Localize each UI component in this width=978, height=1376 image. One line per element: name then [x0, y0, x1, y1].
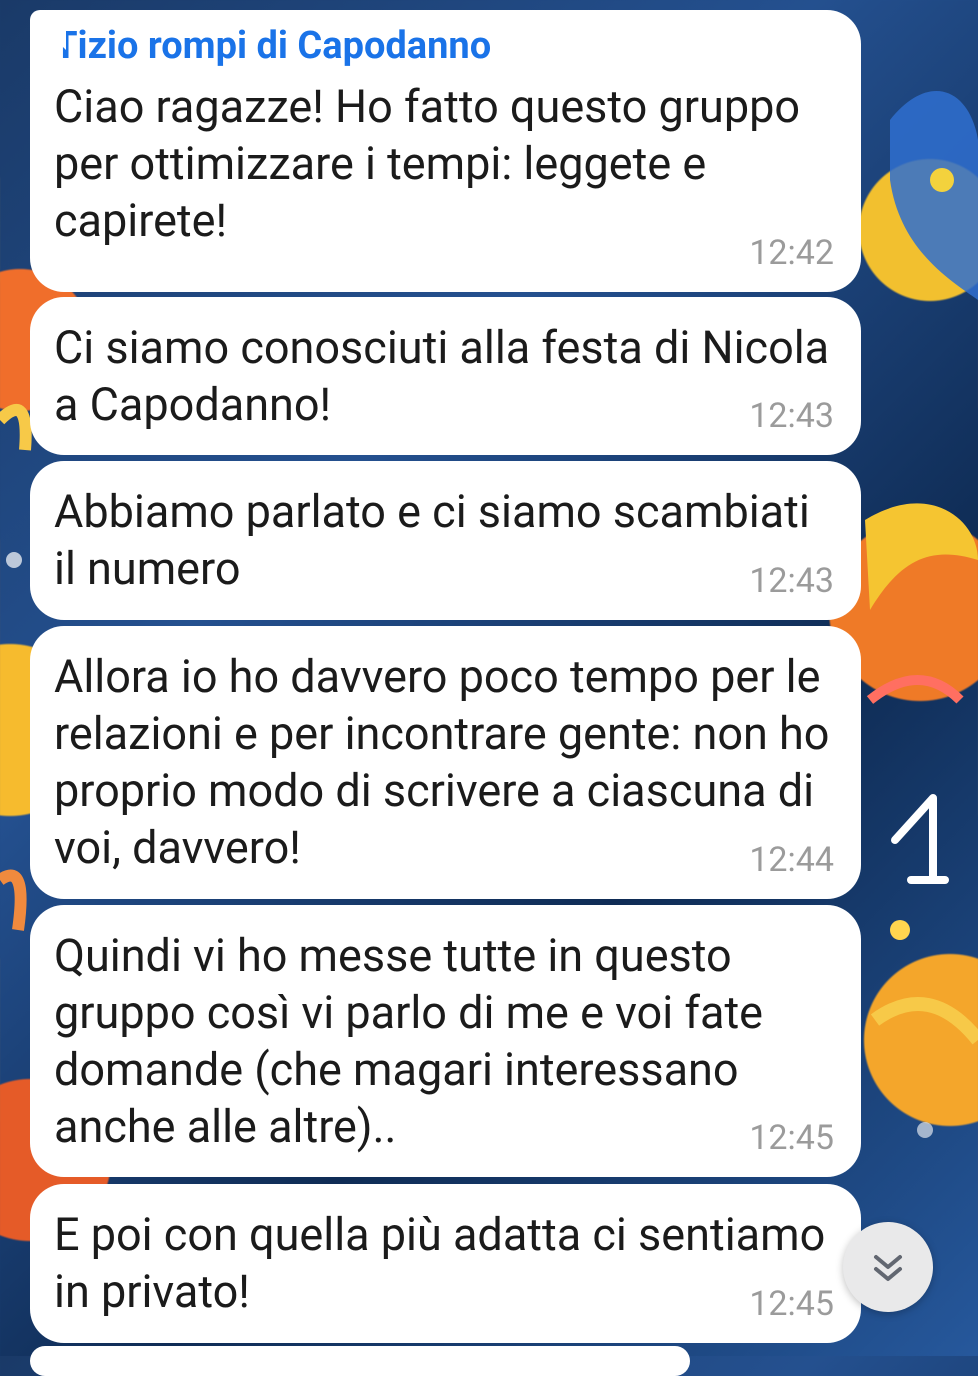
- message-bubble[interactable]: Tizio rompi di Capodanno Ciao ragazze! H…: [30, 10, 861, 292]
- message-bubble[interactable]: Quindi vi ho messe tutte in questo grupp…: [30, 905, 861, 1177]
- message-text: Ciao ragazze! Ho fatto questo gruppo per…: [54, 80, 801, 247]
- message-time: 12:42: [749, 233, 834, 273]
- message-bubble[interactable]: Allora io ho davvero poco tempo per le r…: [30, 626, 861, 899]
- message-time: 12:43: [749, 396, 834, 436]
- message-text: Ci siamo conosciuti alla festa di Nicola…: [54, 321, 830, 431]
- message-text: Allora io ho davvero poco tempo per le r…: [54, 650, 830, 874]
- message-time: 12:44: [749, 840, 834, 880]
- message-bubble[interactable]: Ci siamo conosciuti alla festa di Nicola…: [30, 297, 861, 455]
- message-text: E poi con quella più adatta ci sentiamo …: [54, 1208, 826, 1318]
- message-bubble[interactable]: E poi con quella più adatta ci sentiamo …: [30, 1184, 861, 1343]
- handwritten-number-annotation: [891, 794, 949, 884]
- bubble-tail: [38, 22, 66, 50]
- message-time: 12:45: [749, 1118, 834, 1158]
- message-time: 12:45: [749, 1284, 834, 1324]
- sender-name[interactable]: Tizio rompi di Capodanno: [54, 24, 833, 68]
- scroll-down-button[interactable]: [843, 1222, 933, 1312]
- message-time: 12:43: [749, 561, 834, 601]
- message-text: Abbiamo parlato e ci siamo scambiati il …: [54, 485, 810, 595]
- double-chevron-down-icon: [874, 1255, 902, 1281]
- next-message-bubble[interactable]: [30, 1346, 690, 1376]
- message-bubble[interactable]: Abbiamo parlato e ci siamo scambiati il …: [30, 461, 861, 620]
- message-text: Quindi vi ho messe tutte in questo grupp…: [54, 929, 764, 1153]
